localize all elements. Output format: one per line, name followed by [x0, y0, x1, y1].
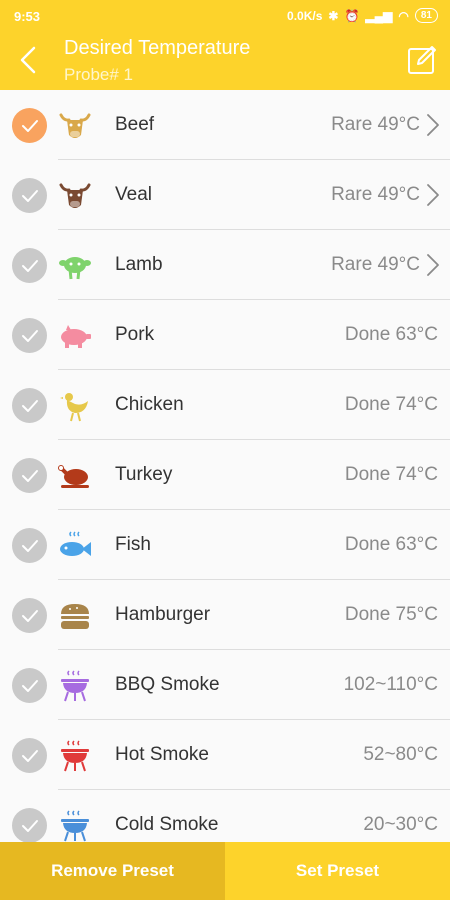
- chicken-icon: [58, 389, 92, 423]
- page-subtitle: Probe# 1: [64, 65, 133, 84]
- pig-icon: [58, 319, 92, 353]
- chevron-right-icon: [427, 254, 439, 276]
- item-temperature: Rare 49°C: [331, 254, 420, 275]
- checkmark-icon: [21, 539, 38, 552]
- checkmark-icon: [21, 189, 38, 202]
- item-name: Hamburger: [115, 604, 211, 625]
- bluetooth-icon: ✱: [328, 8, 339, 23]
- checkmark-icon: [21, 259, 38, 272]
- back-button[interactable]: [12, 42, 44, 78]
- item-temperature: 102~110°C: [343, 674, 438, 695]
- checkmark-icon: [21, 119, 38, 132]
- item-name: Veal: [115, 184, 152, 205]
- calf-head-icon: [58, 179, 92, 213]
- item-temperature: Done 74°C: [344, 394, 438, 415]
- item-temperature: Done 74°C: [344, 464, 438, 485]
- select-checkbox[interactable]: [12, 528, 47, 563]
- select-checkbox[interactable]: [12, 108, 47, 143]
- list-item[interactable]: BBQ Smoke 102~110°C: [0, 650, 450, 720]
- item-temperature: 20~30°C: [363, 814, 438, 835]
- list-item[interactable]: Pork Done 63°C: [0, 300, 450, 370]
- wifi-icon: ◠: [398, 8, 409, 23]
- item-temperature: 52~80°C: [363, 744, 438, 765]
- item-name: Pork: [115, 324, 155, 345]
- status-time: 9:53: [14, 9, 41, 24]
- select-checkbox[interactable]: [12, 178, 47, 213]
- chevron-left-icon: [20, 46, 36, 74]
- grill-icon: [58, 809, 92, 842]
- roast-turkey-icon: [58, 459, 92, 493]
- list-item[interactable]: Lamb Rare 49°C: [0, 230, 450, 300]
- list-item[interactable]: Turkey Done 74°C: [0, 440, 450, 510]
- chevron-right-icon: [427, 114, 439, 136]
- select-checkbox[interactable]: [12, 598, 47, 633]
- edit-icon: [408, 46, 436, 74]
- list-item[interactable]: Beef Rare 49°C: [0, 90, 450, 160]
- item-temperature: Done 75°C: [344, 604, 438, 625]
- cow-head-icon: [58, 109, 92, 143]
- checkmark-icon: [21, 469, 38, 482]
- checkmark-icon: [21, 609, 38, 622]
- grill-icon: [58, 669, 92, 703]
- chevron-right-icon: [427, 184, 439, 206]
- fish-icon: [58, 529, 92, 563]
- select-checkbox[interactable]: [12, 808, 47, 842]
- alarm-icon: ⏰: [344, 8, 360, 23]
- item-temperature: Done 63°C: [344, 324, 438, 345]
- checkmark-icon: [21, 679, 38, 692]
- status-icons: 0.0K/s ✱ ⏰ ▂▄▆ ◠ 81: [287, 8, 438, 23]
- sheep-head-icon: [58, 249, 92, 283]
- hamburger-icon: [58, 599, 92, 633]
- preset-list: Beef Rare 49°C Veal Rare 49°C Lamb Rare …: [0, 90, 450, 842]
- list-item[interactable]: Veal Rare 49°C: [0, 160, 450, 230]
- remove-preset-button[interactable]: Remove Preset: [0, 842, 225, 900]
- checkmark-icon: [21, 819, 38, 832]
- list-item[interactable]: Fish Done 63°C: [0, 510, 450, 580]
- checkmark-icon: [21, 749, 38, 762]
- checkmark-icon: [21, 399, 38, 412]
- item-name: Fish: [115, 534, 151, 555]
- grill-icon: [58, 739, 92, 773]
- app-bar: Desired Temperature Probe# 1: [0, 32, 450, 90]
- battery-icon: 81: [414, 8, 438, 23]
- item-name: Chicken: [115, 394, 184, 415]
- item-name: Hot Smoke: [115, 744, 209, 765]
- network-speed: 0.0K/s: [287, 8, 323, 23]
- item-temperature: Done 63°C: [344, 534, 438, 555]
- edit-button[interactable]: [406, 44, 438, 76]
- item-name: Turkey: [115, 464, 173, 485]
- select-checkbox[interactable]: [12, 458, 47, 493]
- select-checkbox[interactable]: [12, 738, 47, 773]
- set-preset-button[interactable]: Set Preset: [225, 842, 450, 900]
- item-name: Beef: [115, 114, 155, 135]
- list-item[interactable]: Hamburger Done 75°C: [0, 580, 450, 650]
- item-name: BBQ Smoke: [115, 674, 220, 695]
- signal-icon: ▂▄▆: [365, 8, 393, 23]
- page-title: Desired Temperature: [64, 37, 251, 59]
- select-checkbox[interactable]: [12, 318, 47, 353]
- status-bar: 9:53 0.0K/s ✱ ⏰ ▂▄▆ ◠ 81: [0, 0, 450, 32]
- select-checkbox[interactable]: [12, 668, 47, 703]
- item-name: Cold Smoke: [115, 814, 219, 835]
- item-temperature: Rare 49°C: [331, 184, 420, 205]
- select-checkbox[interactable]: [12, 248, 47, 283]
- select-checkbox[interactable]: [12, 388, 47, 423]
- bottom-bar: Remove Preset Set Preset: [0, 842, 450, 900]
- list-item[interactable]: Hot Smoke 52~80°C: [0, 720, 450, 790]
- list-item[interactable]: Chicken Done 74°C: [0, 370, 450, 440]
- item-name: Lamb: [115, 254, 163, 275]
- item-temperature: Rare 49°C: [331, 114, 420, 135]
- list-item[interactable]: Cold Smoke 20~30°C: [0, 790, 450, 842]
- checkmark-icon: [21, 329, 38, 342]
